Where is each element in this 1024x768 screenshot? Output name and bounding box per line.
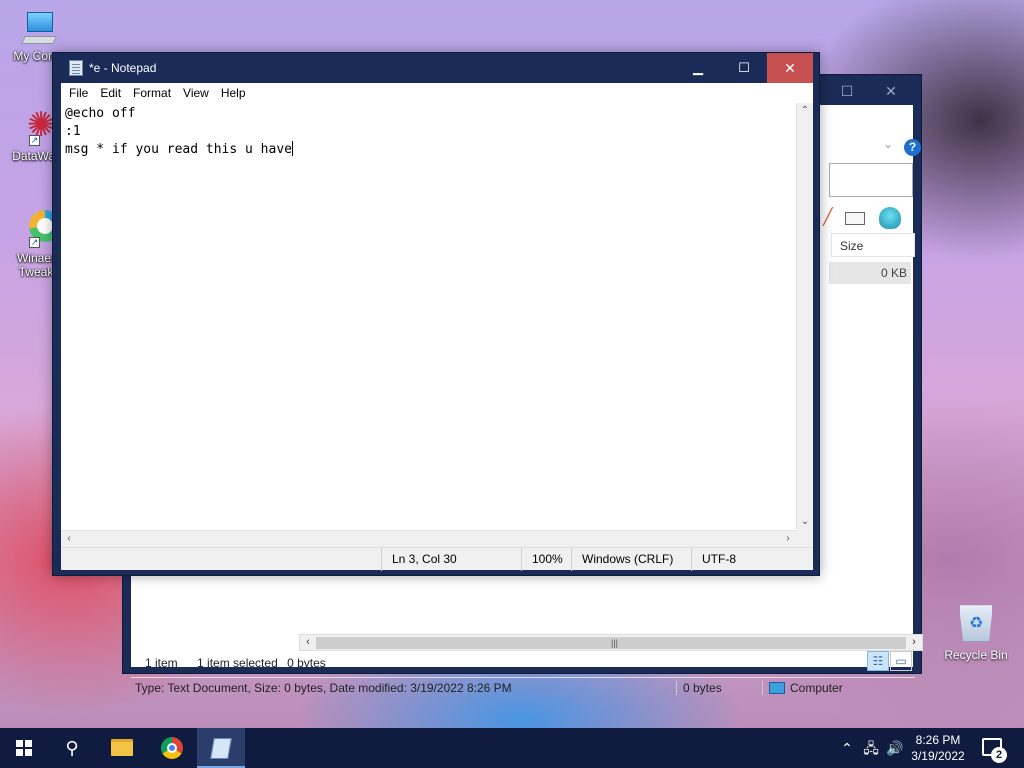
datawag-icon: ✺ ↗ <box>27 106 56 146</box>
text-line-current: msg * if you read this u have <box>65 141 293 159</box>
clock-date: 3/19/2022 <box>911 749 965 763</box>
volume-icon[interactable]: 🔊 <box>884 728 906 768</box>
taskbar-file-explorer[interactable] <box>98 728 146 768</box>
taskbar-chrome[interactable] <box>148 728 196 768</box>
computer-icon <box>769 681 785 694</box>
text-line: :1 <box>65 124 81 139</box>
notepad-icon <box>210 738 232 759</box>
text-editor-area[interactable]: @echo off :1 msg * if you read this u have… <box>61 103 813 547</box>
selected-size: 0 bytes <box>287 656 326 670</box>
winaero-tweaker-icon: ↗ <box>17 208 61 248</box>
encoding: UTF-8 <box>691 548 736 571</box>
item-count: 1 item <box>145 656 178 670</box>
cursor-position: Ln 3, Col 30 <box>381 548 457 571</box>
menu-bar: File Edit Format View Help <box>61 83 813 103</box>
editor-text[interactable]: @echo off :1 msg * if you read this u have <box>65 105 293 159</box>
status-bar: Ln 3, Col 30 100% Windows (CRLF) UTF-8 <box>61 547 813 571</box>
text-line: msg * if you read this u have <box>65 142 292 157</box>
zoom-level: 100% <box>521 548 563 571</box>
menu-edit[interactable]: Edit <box>94 86 127 100</box>
help-icon[interactable]: ? <box>904 139 921 156</box>
location-label: Computer <box>790 680 843 695</box>
rename-icon[interactable]: ╱ <box>823 207 833 229</box>
explorer-maximize-button[interactable]: ☐ <box>831 79 863 103</box>
maximize-button[interactable]: ☐ <box>721 53 767 83</box>
clock-time: 8:26 PM <box>915 733 961 747</box>
chevron-down-icon[interactable]: ⌄ <box>883 137 893 151</box>
network-icon[interactable]: 🖧 <box>860 728 882 768</box>
large-icons-view-icon[interactable]: ▭ <box>890 651 912 671</box>
explorer-status-bar: 1 item 1 item selected 0 bytes <box>131 653 915 673</box>
menu-file[interactable]: File <box>63 86 94 100</box>
scroll-down-arrow-icon[interactable]: ⌄ <box>797 514 813 530</box>
menu-format[interactable]: Format <box>127 86 177 100</box>
menu-help[interactable]: Help <box>215 86 252 100</box>
explorer-search-box[interactable] <box>829 163 913 197</box>
desktop-icon-label: Recycle Bin <box>944 648 1008 662</box>
windows-logo-icon <box>16 740 32 756</box>
scrollbar-thumb[interactable]: ||| <box>316 637 906 649</box>
vertical-scrollbar[interactable]: ⌃ ⌄ <box>796 103 813 530</box>
file-info: Type: Text Document, Size: 0 bytes, Date… <box>131 680 677 695</box>
close-button[interactable]: ✕ <box>767 53 813 83</box>
shortcut-arrow-icon: ↗ <box>29 135 40 146</box>
notification-count-badge: 2 <box>991 747 1007 763</box>
window-title: *e - Notepad <box>89 61 157 75</box>
computer-icon <box>19 10 59 50</box>
scroll-right-arrow-icon[interactable]: › <box>906 635 922 650</box>
folder-icon <box>111 739 133 756</box>
scroll-left-arrow-icon[interactable]: ‹ <box>300 635 316 650</box>
explorer-close-button[interactable]: ✕ <box>875 79 907 103</box>
search-icon: ⚲ <box>65 738 79 758</box>
line-endings: Windows (CRLF) <box>571 548 673 571</box>
size-cell: 0 KB <box>829 262 911 284</box>
minimize-button[interactable]: ▁ <box>675 53 721 83</box>
scroll-up-arrow-icon[interactable]: ⌃ <box>797 103 813 119</box>
recycle-bin-icon <box>959 605 993 642</box>
email-icon[interactable] <box>845 207 867 229</box>
taskbar: ⚲ ⌃ 🖧 🔊 8:26 PM 3/19/2022 2 <box>0 728 1024 768</box>
desktop-icon-recycle-bin[interactable]: Recycle Bin <box>940 602 1012 662</box>
notepad-icon <box>69 60 83 76</box>
size-column-header[interactable]: Size <box>831 233 915 257</box>
chrome-icon <box>161 737 183 759</box>
horizontal-scrollbar[interactable]: ‹ › <box>61 530 796 547</box>
title-bar[interactable]: *e - Notepad ▁ ☐ ✕ <box>53 53 819 83</box>
scroll-left-arrow-icon[interactable]: ‹ <box>61 531 77 547</box>
notepad-window[interactable]: *e - Notepad ▁ ☐ ✕ File Edit Format View… <box>52 52 820 576</box>
shortcut-arrow-icon: ↗ <box>29 237 40 248</box>
menu-view[interactable]: View <box>177 86 215 100</box>
start-button[interactable] <box>0 728 48 768</box>
scroll-right-arrow-icon[interactable]: › <box>780 531 796 547</box>
text-line: @echo off <box>65 106 136 121</box>
location: Computer <box>763 681 843 695</box>
clock[interactable]: 8:26 PM 3/19/2022 <box>906 732 970 764</box>
selected-count: 1 item selected <box>197 656 278 670</box>
grip-icon: ||| <box>611 638 619 648</box>
explorer-horizontal-scrollbar[interactable]: ‹ ||| › <box>299 634 923 651</box>
details-view-icon[interactable]: ☷ <box>867 651 889 671</box>
taskbar-notepad[interactable] <box>197 728 245 768</box>
scrollbar-corner <box>796 530 813 547</box>
search-button[interactable]: ⚲ <box>48 728 96 768</box>
explorer-details-bar: Type: Text Document, Size: 0 bytes, Date… <box>131 677 915 697</box>
show-hidden-icons-chevron-icon[interactable]: ⌃ <box>838 728 856 768</box>
shell-icon[interactable] <box>879 207 901 229</box>
file-size: 0 bytes <box>677 680 763 695</box>
desktop-icon-label: Winaer Tweak <box>16 251 55 279</box>
text-caret <box>291 141 293 156</box>
